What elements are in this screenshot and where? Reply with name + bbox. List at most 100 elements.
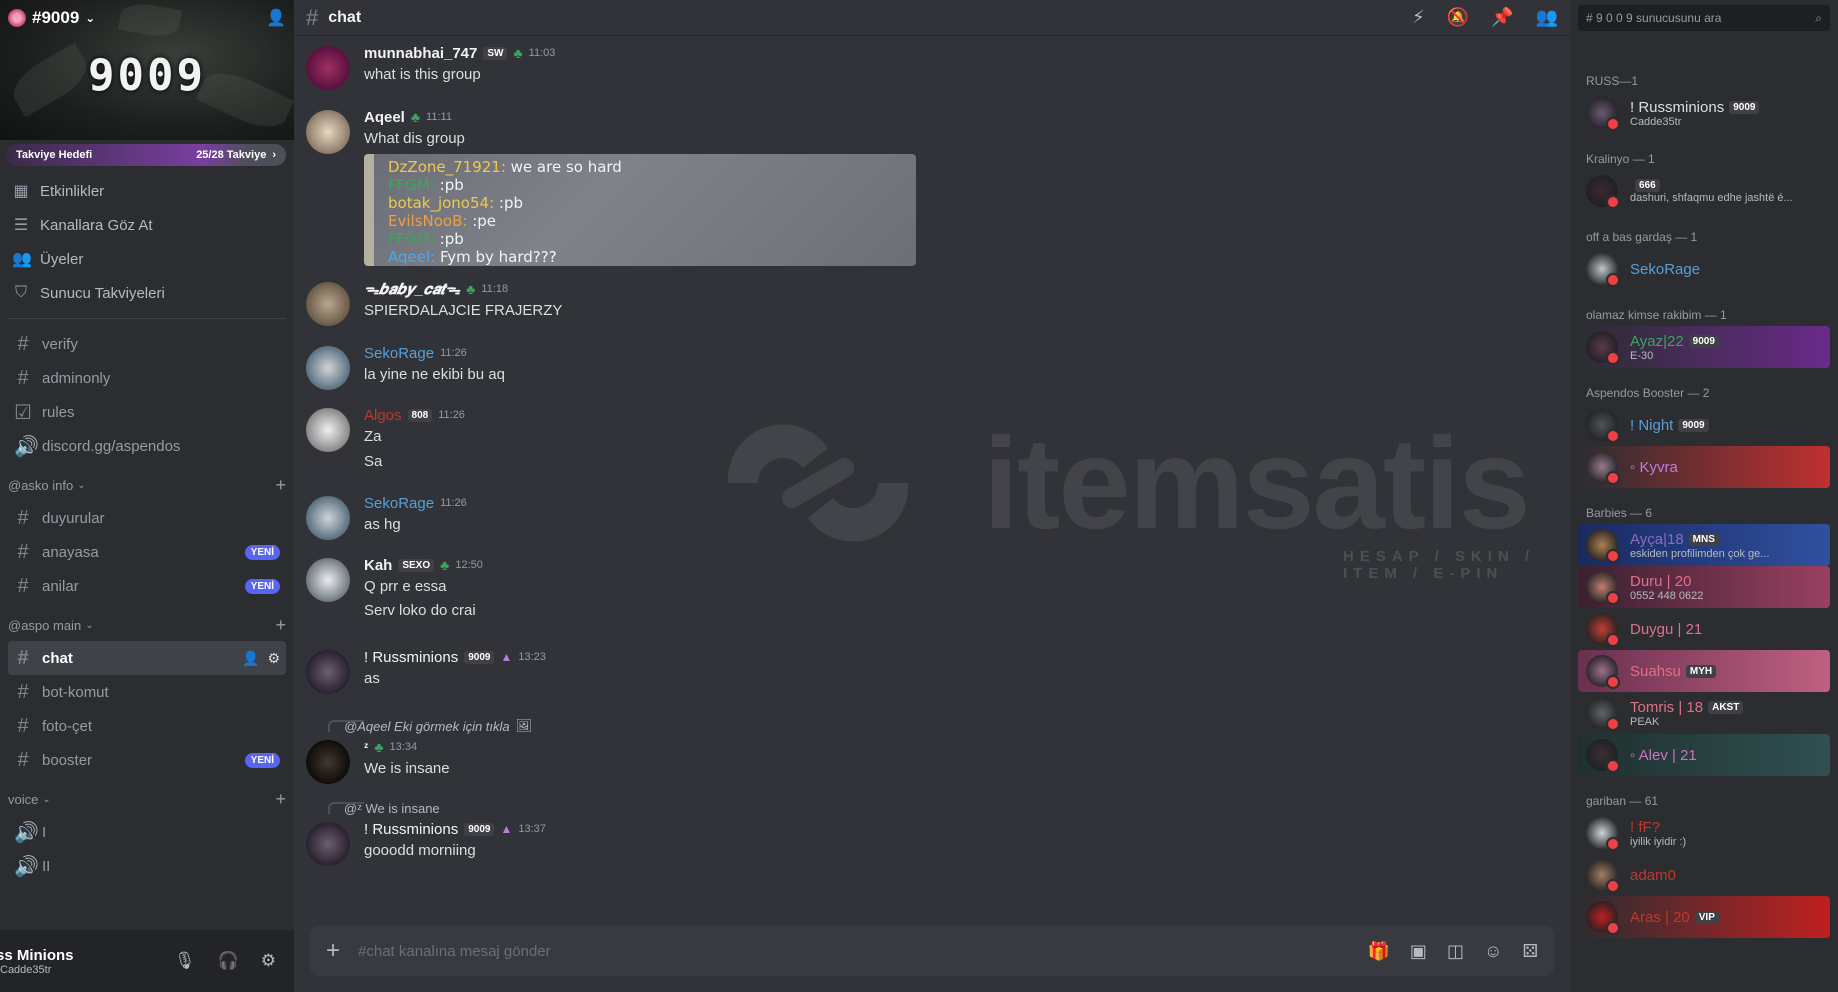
member-item[interactable]: Duru | 20 0552 448 0622: [1578, 566, 1830, 608]
nav-item[interactable]: ▦ Etkinlikler: [8, 174, 286, 208]
message-author[interactable]: Algos: [364, 407, 402, 424]
new-badge: YENİ: [244, 544, 280, 560]
message-author[interactable]: SekoRage: [364, 345, 434, 362]
embed-text: :pb: [434, 176, 464, 194]
server-header[interactable]: #9009 ⌄ 👤: [8, 8, 286, 28]
message-text: Q prr e essa: [364, 578, 447, 595]
channel-item[interactable]: ☑ rules: [8, 395, 286, 429]
message-text: as hg: [364, 516, 401, 533]
search-input[interactable]: # 9 0 0 9 sunucusunu ara ⌕: [1578, 5, 1830, 31]
channel-name: verify: [42, 335, 78, 353]
member-list-icon[interactable]: 👥: [1536, 7, 1558, 28]
channel-item[interactable]: # anilar YENİ: [8, 569, 286, 603]
member-item[interactable]: SekoRage: [1578, 248, 1830, 290]
reply-reference[interactable]: @Aqeel Eki görmek için tıkla 🖼: [294, 716, 1570, 736]
booster-icon: ▲: [500, 650, 513, 664]
channel-item[interactable]: 🔊 I: [8, 815, 286, 849]
message-author[interactable]: ! Russminions: [364, 649, 458, 666]
avatar[interactable]: [306, 496, 350, 540]
member-item[interactable]: Ayaz|22 9009 E-30: [1578, 326, 1830, 368]
microphone-icon[interactable]: 🎙: [174, 951, 196, 971]
pin-icon[interactable]: 📌: [1491, 7, 1513, 28]
add-channel-icon[interactable]: +: [275, 475, 286, 496]
speaker-icon: 🔊: [14, 821, 39, 844]
channel-item[interactable]: # bot-komut: [8, 675, 286, 709]
threads-icon[interactable]: ⚡: [1412, 7, 1425, 28]
channel-item[interactable]: # foto-çet: [8, 709, 286, 743]
member-item[interactable]: ◦ Kyvra: [1578, 446, 1830, 488]
gift-icon[interactable]: 🎁: [1368, 941, 1390, 962]
search-icon[interactable]: ⌕: [1815, 11, 1822, 26]
gif-icon[interactable]: ▣: [1410, 941, 1427, 962]
member-item[interactable]: ! Russminions 9009 Cadde35tr: [1578, 92, 1830, 134]
avatar[interactable]: [306, 558, 350, 602]
embed-line: DzZone_71921: we are so hard: [388, 158, 902, 176]
message-author[interactable]: ! Russminions: [364, 821, 458, 838]
message-author[interactable]: munnabhai_747: [364, 45, 477, 62]
member-item[interactable]: Aras | 20 VIP: [1578, 896, 1830, 938]
member-item[interactable]: ◦ Alev | 21: [1578, 734, 1830, 776]
message-composer[interactable]: + #chat kanalına mesaj gönder 🎁 ▣ ◫ ☺ ⚄: [310, 926, 1554, 976]
chevron-down-icon: ⌄: [77, 479, 86, 491]
message-author[interactable]: ᶻ: [364, 740, 368, 754]
member-item[interactable]: 666 dashuri, shfaqmu edhe jashtë é...: [1578, 170, 1830, 212]
sticker-icon[interactable]: ◫: [1447, 941, 1464, 962]
gear-icon[interactable]: ⚙: [261, 951, 276, 971]
member-item[interactable]: Tomris | 18 AKST PEAK: [1578, 692, 1830, 734]
avatar: [1586, 817, 1620, 851]
message-author[interactable]: Aqeel: [364, 109, 405, 126]
avatar[interactable]: [306, 110, 350, 154]
channel-item[interactable]: 🔊 II: [8, 849, 286, 883]
timestamp: 11:18: [481, 283, 509, 295]
member-item[interactable]: Duygu | 21: [1578, 608, 1830, 650]
category-header[interactable]: voice ⌄ +: [0, 783, 294, 815]
mute-bell-icon[interactable]: 🔕: [1447, 7, 1469, 28]
avatar[interactable]: [306, 408, 350, 452]
avatar[interactable]: [306, 46, 350, 90]
member-item[interactable]: adam0: [1578, 854, 1830, 896]
embed-line: FFGM: :pb: [388, 230, 902, 248]
avatar[interactable]: [306, 346, 350, 390]
nav-item[interactable]: ☰ Kanallara Göz At: [8, 208, 286, 242]
channel-item[interactable]: # adminonly: [8, 361, 286, 395]
category-header[interactable]: @asko info ⌄ +: [0, 469, 294, 501]
invite-icon[interactable]: 👤: [266, 8, 286, 28]
image-attachment[interactable]: DzZone_71921: we are so hard FFGM: :pb bot…: [364, 154, 916, 266]
channel-item[interactable]: # booster YENİ: [8, 743, 286, 777]
member-status: Cadde35tr: [1630, 115, 1682, 128]
emoji-icon[interactable]: ☺: [1484, 941, 1502, 962]
channel-item[interactable]: 🔊 discord.gg/aspendos: [8, 429, 286, 463]
channel-item[interactable]: # chat 👤 ⚙: [8, 641, 286, 675]
add-channel-icon[interactable]: +: [275, 789, 286, 810]
channel-item[interactable]: # anayasa YENİ: [8, 535, 286, 569]
message-author[interactable]: SekoRage: [364, 495, 434, 512]
channel-item[interactable]: # verify: [8, 327, 286, 361]
nav-item[interactable]: 👥 Üyeler: [8, 242, 286, 276]
avatar[interactable]: [306, 740, 350, 784]
category-header[interactable]: @aspo main ⌄ +: [0, 609, 294, 641]
boost-goal-bar[interactable]: Takviye Hedefi 25/28 Takviye ›: [6, 144, 286, 166]
message-input[interactable]: #chat kanalına mesaj gönder: [358, 943, 551, 960]
apps-icon[interactable]: ⚄: [1522, 941, 1538, 962]
user-name[interactable]: ss Minions: [0, 947, 74, 964]
channel-item[interactable]: # duyurular: [8, 501, 286, 535]
member-item[interactable]: ! Night 9009: [1578, 404, 1830, 446]
message-author[interactable]: ᯓ𝒃𝒂𝒃𝒚_𝒄𝒂𝒕ᯓ: [364, 279, 460, 299]
invite-icon[interactable]: 👤: [242, 650, 259, 667]
message-text: Sa: [364, 453, 383, 470]
nav-item[interactable]: ⛉ Sunucu Takviyeleri: [8, 276, 286, 310]
message-author[interactable]: Kah: [364, 557, 392, 574]
member-item[interactable]: Ayça|18 MNS eskiden profilimden çok ge...: [1578, 524, 1830, 566]
member-group-header: olamaz kimse rakibim — 1: [1570, 296, 1838, 326]
embed-user: botak_jono54:: [388, 194, 495, 212]
gear-icon[interactable]: ⚙: [267, 650, 280, 667]
avatar[interactable]: [306, 282, 350, 326]
member-item[interactable]: ! fF? iyilik iyidir :): [1578, 812, 1830, 854]
add-channel-icon[interactable]: +: [275, 615, 286, 636]
avatar[interactable]: [306, 822, 350, 866]
reply-reference[interactable]: @ᶻ We is insane: [294, 798, 1570, 818]
avatar[interactable]: [306, 650, 350, 694]
add-attachment-icon[interactable]: +: [326, 937, 340, 965]
headphones-icon[interactable]: 🎧: [218, 951, 239, 971]
member-item[interactable]: Suahsu MYH: [1578, 650, 1830, 692]
